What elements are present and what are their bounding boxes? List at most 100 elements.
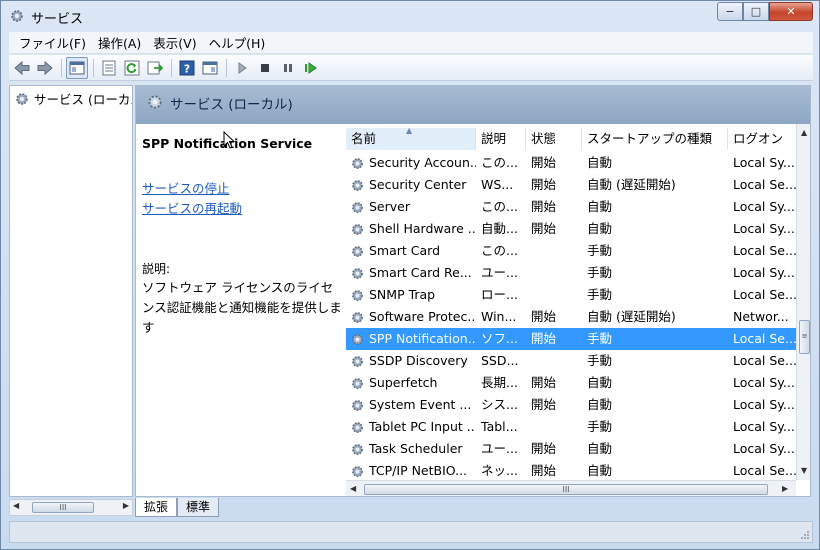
properties-button[interactable] [98,57,120,79]
service-gear-icon [352,245,363,257]
menu-view[interactable]: 表示(V) [147,33,202,52]
table-row[interactable]: Smart Card Re... ユー... 手動 Local Sy... [346,262,796,284]
menu-help[interactable]: ヘルプ(H) [203,33,272,52]
description-text: ソフトウェア ライセンスのライセンス認証機能と通知機能を提供します [142,280,342,335]
table-row[interactable]: Security Accoun... この... 開始 自動 Local Sy... [346,152,796,174]
cell-description: Tabl... [481,419,518,434]
service-gear-icon [352,267,363,279]
cell-status: 開始 [531,155,557,170]
cell-logon: Networ... [733,309,789,324]
pause-service-button[interactable] [277,57,299,79]
column-header-logon[interactable]: ログオン [728,128,796,150]
table-row[interactable]: SSDP Discovery SSD... 手動 Local Se... [346,350,796,372]
cell-description: この... [481,243,518,258]
scroll-up-arrow-icon[interactable]: ▲ [801,128,807,137]
show-action-pane-button[interactable] [199,57,221,79]
table-row[interactable]: System Event ... シス... 開始 自動 Local Sy... [346,394,796,416]
cell-service-name: Server [346,196,476,218]
table-row[interactable]: Superfetch 長期... 開始 自動 Local Sy... [346,372,796,394]
service-gear-icon [352,157,363,169]
cell-startup-type: 自動 (遅延開始) [587,309,676,324]
service-gear-icon [352,333,363,345]
list-vertical-scrollbar[interactable]: ▲ ≡ ▼ [796,124,810,480]
help-icon: ? [179,60,195,75]
menu-file[interactable]: ファイル(F) [13,33,92,52]
vertical-scroll-thumb[interactable]: ≡ [799,320,810,354]
column-header-status[interactable]: 状態 [526,128,582,150]
tab-standard[interactable]: 標準 [177,498,220,517]
service-gear-icon [352,355,363,367]
start-service-button[interactable] [231,57,253,79]
cell-logon: Local Sy... [733,265,795,280]
tree-item-services-local[interactable]: サービス (ローカル) [14,89,132,108]
table-row[interactable]: Smart Card この... 手動 Local Se... [346,240,796,262]
column-header-startup-type[interactable]: スタートアップの種類 [582,128,728,150]
help-button[interactable]: ? [176,57,198,79]
cell-description: この... [481,199,518,214]
cell-description: この... [481,155,518,170]
scroll-down-arrow-icon[interactable]: ▼ [801,466,807,475]
service-name-text: Shell Hardware ... [369,221,476,236]
properties-icon [102,60,116,75]
window-controls: − □ ✕ [717,2,813,22]
table-row[interactable]: SPP Notification... ソフ... 開始 手動 Local Se... [346,328,796,350]
title-bar[interactable]: サービス − □ ✕ [1,1,819,31]
back-button[interactable] [11,57,33,79]
cell-startup-type: 自動 [587,221,613,236]
scroll-right-arrow-icon[interactable]: ▶ [123,501,129,510]
cell-status: 開始 [531,375,557,390]
stop-service-button[interactable] [254,57,276,79]
forward-button[interactable] [34,57,56,79]
stop-service-link[interactable]: サービスの停止 [142,178,230,197]
service-name-text: Superfetch [369,375,438,390]
refresh-button[interactable] [121,57,143,79]
cell-startup-type: 手動 [587,331,613,346]
cell-description: 長期... [481,375,518,390]
service-name-text: Software Protec... [369,309,476,324]
service-name-text: Smart Card [369,243,441,258]
resize-grip-icon[interactable] [800,530,810,540]
restart-service-button[interactable] [300,57,322,79]
tab-extended[interactable]: 拡張 [135,498,178,517]
scroll-left-arrow-icon[interactable]: ◀ [350,484,356,493]
cell-startup-type: 手動 [587,265,613,280]
table-row[interactable]: Tablet PC Input ... Tabl... 手動 Local Sy... [346,416,796,438]
service-gear-icon [352,179,363,191]
cell-status [526,262,582,284]
show-console-tree-button[interactable] [66,56,88,79]
tree-horizontal-scrollbar[interactable]: ◀ III ▶ [9,499,133,516]
service-name-text: SPP Notification... [369,331,476,346]
maximize-button[interactable]: □ [743,2,769,21]
table-row[interactable]: SNMP Trap ロー... 手動 Local Se... [346,284,796,306]
cell-logon: Local Se... [733,331,796,346]
sort-ascending-icon: ▲ [406,128,413,135]
cell-description: SSD... [481,353,519,368]
close-button[interactable]: ✕ [769,2,813,21]
cell-startup-type: 自動 [587,463,613,478]
column-header-description[interactable]: 説明 [476,128,526,150]
table-row[interactable]: Software Protec... Win... 開始 自動 (遅延開始) Netwo… [346,306,796,328]
toolbar-separator [171,58,172,77]
restart-service-link[interactable]: サービスの再起動 [142,198,242,217]
cell-status: 開始 [531,463,557,478]
horizontal-scroll-thumb[interactable]: III [364,484,768,495]
forward-arrow-icon [37,60,53,75]
scroll-right-arrow-icon[interactable]: ▶ [782,484,788,493]
minimize-button[interactable]: − [717,2,743,21]
cell-service-name: Task Scheduler [346,438,476,460]
list-horizontal-scrollbar[interactable]: ◀ III ▶ [346,480,796,496]
cell-status: 開始 [531,397,557,412]
service-rows: Security Accoun... この... 開始 自動 Local Sy... Se… [346,152,796,482]
table-row[interactable]: Security Center WS... 開始 自動 (遅延開始) Local Se.… [346,174,796,196]
scroll-left-arrow-icon[interactable]: ◀ [13,501,19,510]
export-list-button[interactable] [144,57,166,79]
table-row[interactable]: Shell Hardware ... 自動... 開始 自動 Local Sy... [346,218,796,240]
cell-service-name: Tablet PC Input ... [346,416,476,438]
menu-action[interactable]: 操作(A) [92,33,147,52]
table-row[interactable]: Server この... 開始 自動 Local Sy... [346,196,796,218]
table-row[interactable]: TCP/IP NetBIO... ネッ... 開始 自動 Local Se... [346,460,796,482]
scroll-thumb[interactable]: III [32,502,94,513]
cell-service-name: Security Center [346,174,476,196]
column-header-name[interactable]: ▲ 名前 [346,128,476,150]
table-row[interactable]: Task Scheduler ユー... 開始 自動 Local Sy... [346,438,796,460]
